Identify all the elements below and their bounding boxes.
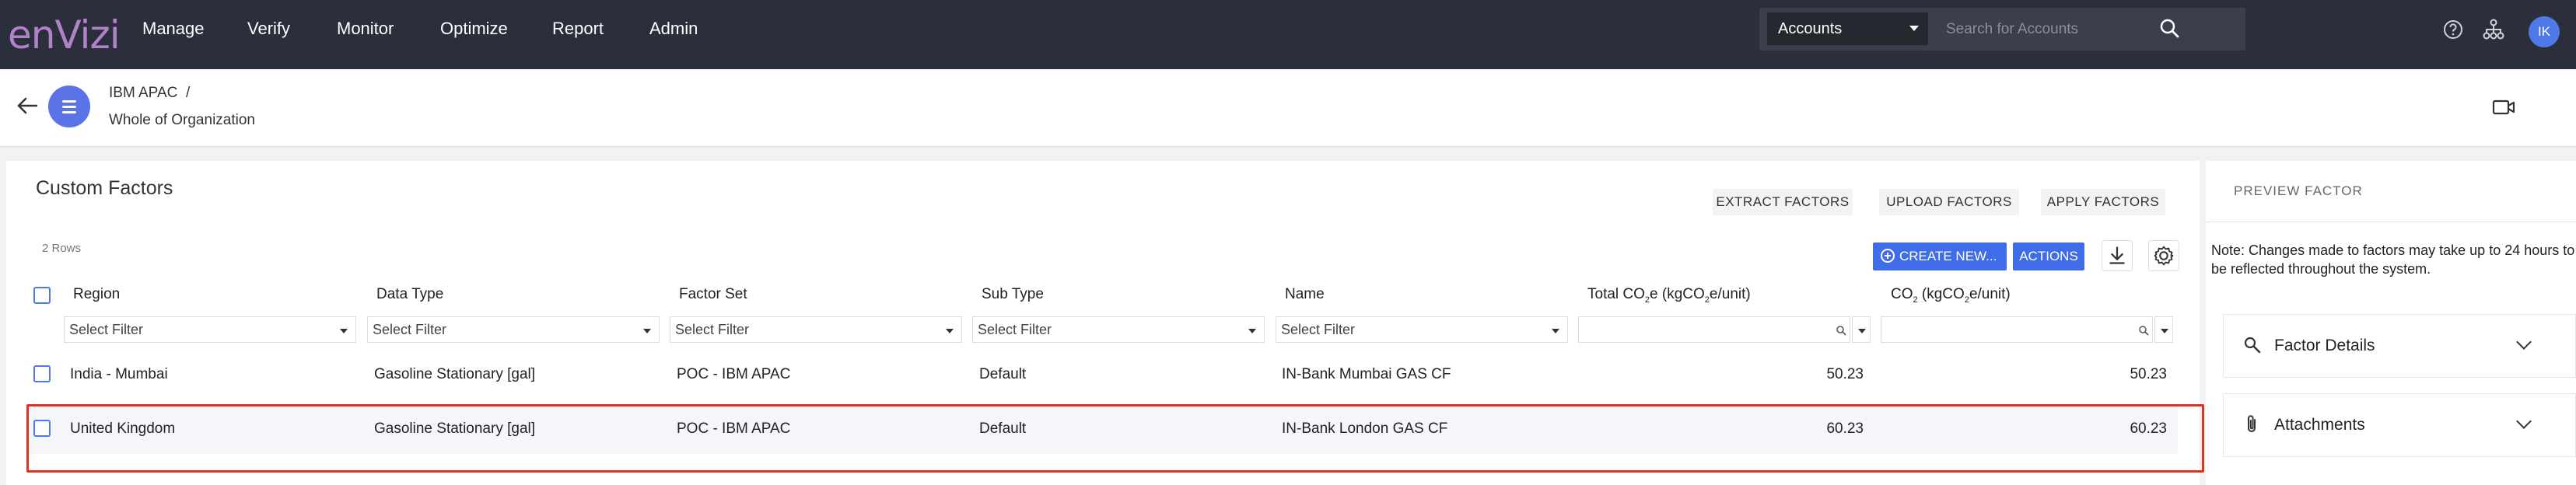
factor-details-label: Factor Details — [2274, 337, 2375, 354]
co2-filter-menu[interactable] — [2154, 316, 2173, 343]
context-bar — [0, 69, 2576, 147]
row-count-label: 2 Rows — [42, 242, 82, 255]
video-camera-icon[interactable] — [2492, 99, 2515, 116]
hierarchy-icon[interactable] — [2483, 19, 2504, 40]
search-scope-value: Accounts — [1778, 20, 1843, 37]
cell-sub-type: Default — [979, 366, 1027, 382]
region-filter[interactable]: Select Filter — [64, 316, 356, 343]
co2-filter[interactable] — [1881, 316, 2153, 343]
cell-co2: 50.23 — [2130, 366, 2167, 382]
column-header-total-co2e[interactable]: Total CO2e (kgCO2e/unit) — [1587, 286, 1751, 305]
actions-button[interactable]: ACTIONS — [2013, 242, 2084, 270]
column-header-sub-type[interactable]: Sub Type — [982, 286, 1044, 303]
envizi-logo[interactable]: enVizi — [8, 12, 121, 58]
cell-region: India - Mumbai — [70, 366, 168, 382]
column-header-data-type[interactable]: Data Type — [376, 286, 443, 303]
search-icon — [1836, 326, 1846, 336]
gear-icon — [2154, 246, 2174, 266]
caret-down-icon — [946, 329, 954, 333]
page-title: Custom Factors — [36, 177, 173, 199]
cell-region: United Kingdom — [70, 420, 176, 437]
nav-manage[interactable]: Manage — [142, 19, 205, 39]
apply-factors-button[interactable]: APPLY FACTORS — [2041, 189, 2165, 215]
extract-factors-button[interactable]: EXTRACT FACTORS — [1713, 189, 1853, 215]
preview-panel-title: PREVIEW FACTOR — [2234, 183, 2363, 198]
paperclip-icon — [2248, 415, 2256, 432]
total-co2e-filter[interactable] — [1578, 316, 1850, 343]
nav-admin[interactable]: Admin — [649, 19, 698, 39]
row-checkbox[interactable] — [33, 420, 51, 437]
search-icon — [2139, 326, 2149, 336]
caret-down-icon — [1909, 26, 1919, 31]
data-type-filter[interactable]: Select Filter — [367, 316, 660, 343]
download-icon — [2109, 246, 2125, 264]
name-filter[interactable]: Select Filter — [1276, 316, 1568, 343]
column-header-factor-set[interactable]: Factor Set — [679, 286, 747, 303]
total-co2e-filter-menu[interactable] — [1852, 316, 1871, 343]
sub-type-filter[interactable]: Select Filter — [972, 316, 1265, 343]
nav-monitor[interactable]: Monitor — [337, 19, 394, 39]
upload-factors-button[interactable]: UPLOAD FACTORS — [1879, 189, 2019, 215]
user-avatar[interactable]: IK — [2529, 16, 2560, 47]
nav-optimize[interactable]: Optimize — [440, 19, 508, 39]
cell-factor-set: POC - IBM APAC — [677, 420, 791, 437]
breadcrumb-current: Whole of Organization — [109, 112, 255, 128]
download-button[interactable] — [2102, 240, 2133, 271]
caret-down-icon — [643, 329, 651, 333]
breadcrumb-separator: / — [186, 85, 191, 101]
cell-data-type: Gasoline Stationary [gal] — [374, 420, 536, 437]
search-detail-icon — [2244, 337, 2261, 354]
breadcrumb-parent[interactable]: IBM APAC — [109, 85, 177, 102]
caret-down-icon — [1248, 329, 1256, 333]
back-arrow-icon[interactable] — [16, 96, 39, 116]
row-checkbox[interactable] — [33, 365, 51, 382]
cell-name: IN-Bank Mumbai GAS CF — [1282, 366, 1451, 382]
cell-total-co2e: 60.23 — [1826, 420, 1864, 437]
preview-note: Note: Changes made to factors may take u… — [2211, 242, 2575, 277]
cell-data-type: Gasoline Stationary [gal] — [374, 366, 536, 382]
column-header-name[interactable]: Name — [1285, 286, 1325, 303]
caret-down-icon — [340, 329, 348, 333]
cell-co2: 60.23 — [2130, 420, 2167, 437]
help-icon[interactable] — [2442, 19, 2464, 40]
cell-name: IN-Bank London GAS CF — [1282, 420, 1448, 437]
cell-sub-type: Default — [979, 420, 1027, 437]
select-all-checkbox[interactable] — [33, 287, 51, 304]
nav-report[interactable]: Report — [552, 19, 604, 39]
caret-down-icon — [1858, 329, 1866, 333]
factor-set-filter[interactable]: Select Filter — [670, 316, 962, 343]
cell-total-co2e: 50.23 — [1826, 366, 1864, 382]
plus-circle-icon — [1881, 249, 1895, 263]
create-new-button[interactable]: CREATE NEW... — [1873, 242, 2007, 270]
search-icon[interactable] — [2159, 18, 2179, 38]
nav-verify[interactable]: Verify — [247, 19, 290, 39]
settings-button[interactable] — [2148, 240, 2179, 271]
account-search-input[interactable]: Search for Accounts — [1937, 12, 2189, 45]
attachments-label: Attachments — [2274, 416, 2365, 434]
create-new-label: CREATE NEW... — [1899, 249, 1997, 263]
cell-factor-set: POC - IBM APAC — [677, 366, 791, 382]
column-header-region[interactable]: Region — [73, 286, 120, 303]
caret-down-icon — [2161, 329, 2168, 333]
search-scope-dropdown[interactable]: Accounts — [1767, 12, 1928, 45]
hamburger-menu-icon[interactable] — [48, 85, 90, 127]
caret-down-icon — [1552, 329, 1559, 333]
column-header-co2[interactable]: CO2 (kgCO2e/unit) — [1891, 286, 2011, 305]
